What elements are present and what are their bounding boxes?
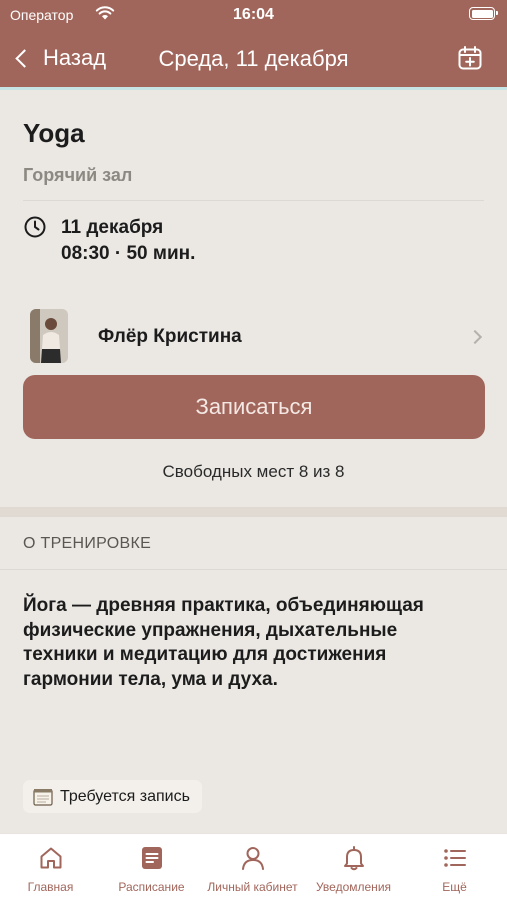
workout-description: Йога — древняя практика, объединяющая фи… [23,595,424,690]
tab-label: Личный кабинет [207,880,298,894]
back-label: Назад [43,45,107,70]
tab-label: Главная [27,880,74,894]
trainer-name: Флёр Кристина [98,326,242,347]
status-bar: Оператор 16:04 [0,0,507,30]
hall-name: Горячий зал [23,165,133,185]
divider [0,569,507,570]
tab-profile[interactable]: Личный кабинет [202,834,303,900]
tab-more[interactable]: Ещё [404,834,505,900]
top-bar: Оператор 16:04 Назад Среда, 11 декабря [0,0,507,87]
back-button[interactable]: Назад [12,42,106,74]
notepad-icon [33,788,53,806]
about-section-header: О ТРЕНИРОВКЕ [0,517,507,569]
schedule-icon [141,847,162,869]
battery-icon [469,7,498,20]
tab-label: Уведомления [315,880,392,894]
signup-button[interactable]: Записаться [23,375,485,439]
tab-notifications[interactable]: Уведомления [303,834,404,900]
tab-schedule[interactable]: Расписание [101,834,202,900]
workout-card: Yoga Горячий зал 11 декабря 08:30 · 50 м… [0,90,507,507]
nav-bar: Назад Среда, 11 декабря [0,38,507,78]
chevron-left-icon [15,48,34,68]
tab-home[interactable]: Главная [0,834,101,900]
more-list-icon [443,849,466,867]
chevron-right-icon [467,329,483,345]
trainer-avatar [30,309,68,363]
about-heading: О ТРЕНИРОВКЕ [23,535,152,552]
bell-icon [343,846,364,871]
workout-time: 08:30 · 50 мин. [61,243,196,264]
profile-icon [241,847,264,870]
home-icon [40,847,61,869]
tab-label: Расписание [118,880,185,894]
calendar-plus-icon[interactable] [457,45,483,71]
workout-title: Yoga [23,118,85,148]
free-seats-text: Свободных мест 8 из 8 [162,462,345,481]
signup-required-tag: Требуется запись [23,780,202,813]
section-separator [0,507,507,517]
tab-label: Ещё [442,880,467,894]
tag-label: Требуется запись [60,787,190,805]
clock-icon [24,216,46,238]
trainer-row[interactable]: Флёр Кристина [0,300,507,370]
workout-date: 11 декабря [61,217,164,238]
tab-bar: Главная Расписание Личный кабинет Уведом… [0,833,507,900]
divider [23,200,484,201]
status-time: 16:04 [233,6,274,23]
